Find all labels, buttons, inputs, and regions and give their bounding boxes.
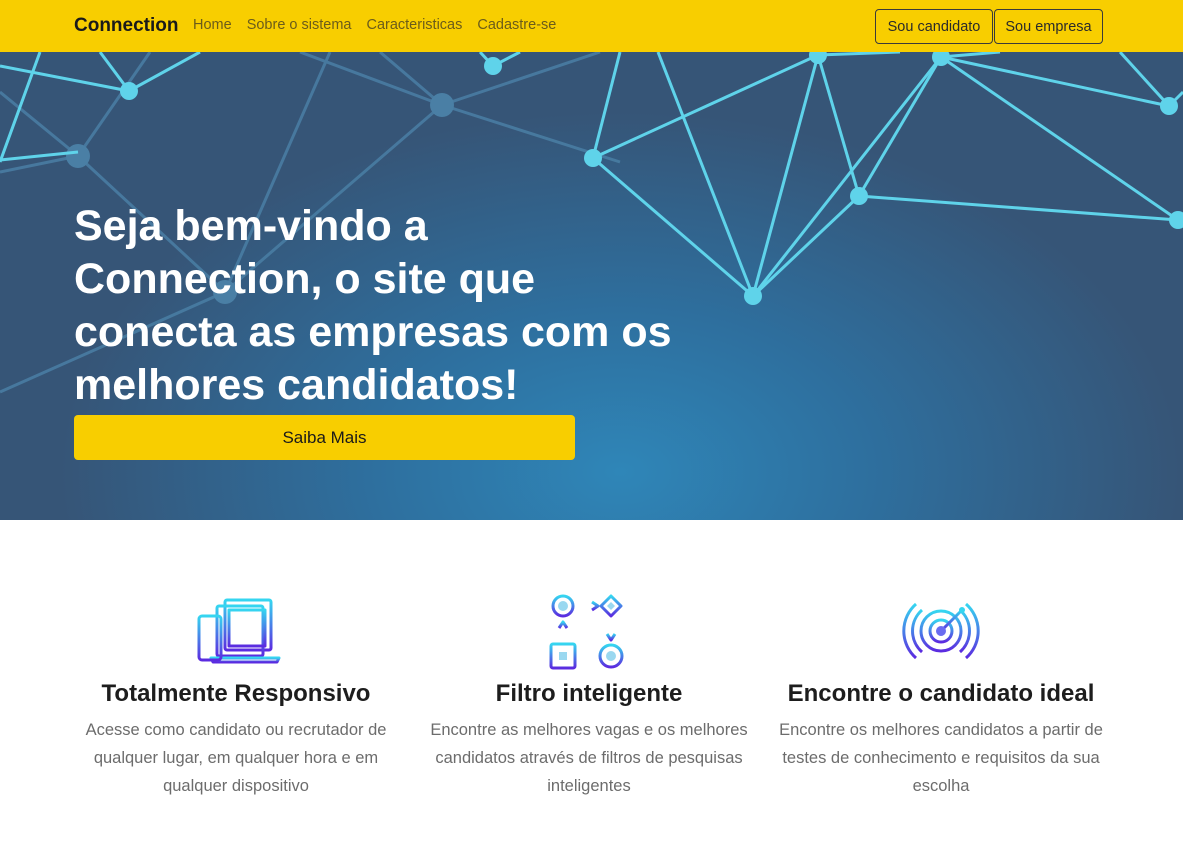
feature-description: Encontre os melhores candidatos a partir… (779, 721, 1103, 795)
hero-section: Seja bem-vindo a Connection, o site que … (0, 52, 1183, 520)
feature-description: Acesse como candidato ou recrutador de q… (85, 721, 387, 795)
radar-target-icon (902, 594, 980, 668)
hero-title-line: Connection, o site que (74, 255, 536, 303)
feature-description: Encontre as melhores vagas e os melhores… (430, 721, 748, 795)
feature-card-filtro: Filtro inteligente Encontre as melhores … (424, 594, 754, 800)
feature-card-candidato-ideal: Encontre o candidato ideal Encontre os m… (776, 594, 1106, 800)
devices-icon (197, 598, 281, 664)
nav-links: Home Sobre o sistema Caracteristicas Cad… (193, 17, 556, 33)
nav-link-cadastre-se[interactable]: Cadastre-se (477, 17, 556, 33)
nav-link-caracteristicas[interactable]: Caracteristicas (366, 17, 462, 33)
nav-link-sobre[interactable]: Sobre o sistema (247, 17, 352, 33)
feature-title: Encontre o candidato ideal (787, 680, 1095, 707)
navbar: Connection Home Sobre o sistema Caracter… (0, 0, 1183, 52)
feature-card-responsivo: Totalmente Responsivo Acesse como candid… (71, 594, 401, 800)
feature-title: Totalmente Responsivo (101, 680, 371, 707)
flowchart-icon (549, 594, 624, 670)
sou-empresa-button[interactable]: Sou empresa (994, 9, 1103, 44)
hero-title-line: conecta as empresas com os (74, 308, 672, 356)
feature-title: Filtro inteligente (495, 680, 683, 707)
sou-candidato-button[interactable]: Sou candidato (875, 9, 993, 44)
hero-title: Seja bem-vindo a Connection, o site que … (74, 200, 674, 412)
hero-title-line: melhores candidatos! (74, 361, 519, 409)
brand-logo[interactable]: Connection (74, 15, 179, 37)
hero-title-line: Seja bem-vindo a (74, 202, 428, 250)
nav-link-home[interactable]: Home (193, 17, 232, 33)
saiba-mais-button[interactable]: Saiba Mais (74, 415, 575, 460)
